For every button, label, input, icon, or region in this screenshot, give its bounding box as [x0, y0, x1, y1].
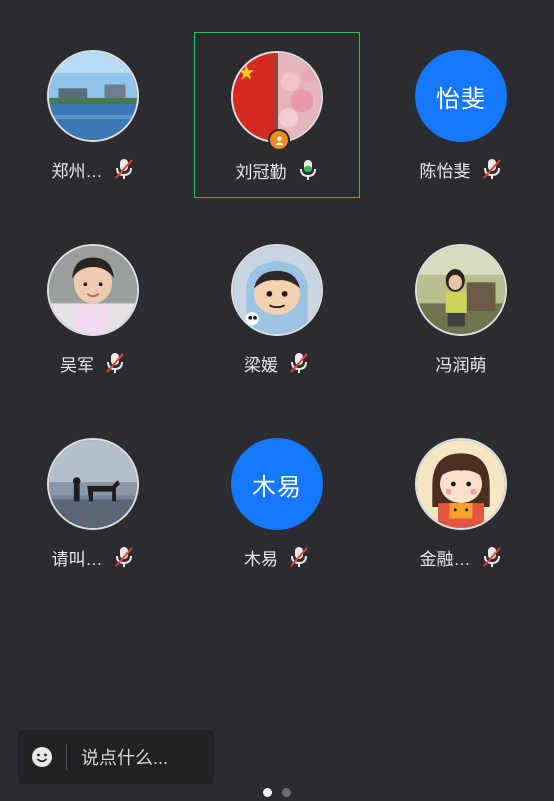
avatar [415, 438, 507, 530]
avatar [47, 244, 139, 336]
avatar-wrap [231, 51, 323, 151]
participant-name: 请叫… [51, 549, 103, 569]
participant-tile[interactable]: 怡斐 陈怡斐 [378, 32, 544, 198]
participant-tile[interactable]: 请叫… [10, 420, 176, 586]
participant-name: 陈怡斐 [419, 161, 471, 181]
avatar [231, 244, 323, 336]
mic-muted-icon [288, 351, 310, 375]
avatar [47, 50, 139, 142]
participant-name: 木易 [244, 549, 278, 569]
avatar-wrap [47, 244, 139, 336]
avatar [415, 244, 507, 336]
avatar-wrap: 木易 [231, 438, 323, 530]
participant-name: 吴军 [60, 355, 94, 375]
mic-muted-icon [104, 351, 126, 375]
avatar [47, 438, 139, 530]
participant-name: 郑州… [51, 161, 103, 181]
mic-muted-icon [481, 157, 503, 181]
mic-muted-icon [288, 545, 310, 569]
avatar-wrap [231, 244, 323, 336]
page-dot[interactable] [282, 788, 291, 797]
chat-bar[interactable]: 说点什么... [18, 730, 214, 784]
avatar-wrap [415, 244, 507, 336]
participant-tile[interactable]: 梁媛 [194, 226, 360, 392]
avatar-wrap [47, 50, 139, 142]
participant-tile[interactable]: 冯润萌 [378, 226, 544, 392]
host-icon [268, 129, 290, 151]
avatar-text: 怡斐 [415, 50, 507, 142]
participant-name: 梁媛 [244, 355, 278, 375]
chat-divider [66, 744, 67, 770]
page-dot-active[interactable] [263, 788, 272, 797]
mic-active-icon [297, 158, 319, 182]
participant-tile-speaking[interactable]: 刘冠勤 [194, 32, 360, 198]
avatar-wrap [47, 438, 139, 530]
participant-name: 刘冠勤 [235, 162, 287, 182]
chat-input[interactable]: 说点什么... [81, 744, 168, 770]
avatar-wrap: 怡斐 [415, 50, 507, 142]
mic-muted-icon [481, 545, 503, 569]
mic-muted-icon [113, 545, 135, 569]
page-indicator [0, 788, 554, 797]
participant-tile[interactable]: 吴军 [10, 226, 176, 392]
participant-tile[interactable]: 郑州… [10, 32, 176, 198]
mic-muted-icon [113, 157, 135, 181]
smile-icon[interactable] [18, 730, 66, 784]
participant-tile[interactable]: 木易 木易 [194, 420, 360, 586]
participant-tile[interactable]: 金融… [378, 420, 544, 586]
avatar-text: 木易 [231, 438, 323, 530]
participant-name: 金融… [419, 549, 471, 569]
avatar-wrap [415, 438, 507, 530]
participant-name: 冯润萌 [435, 355, 487, 375]
